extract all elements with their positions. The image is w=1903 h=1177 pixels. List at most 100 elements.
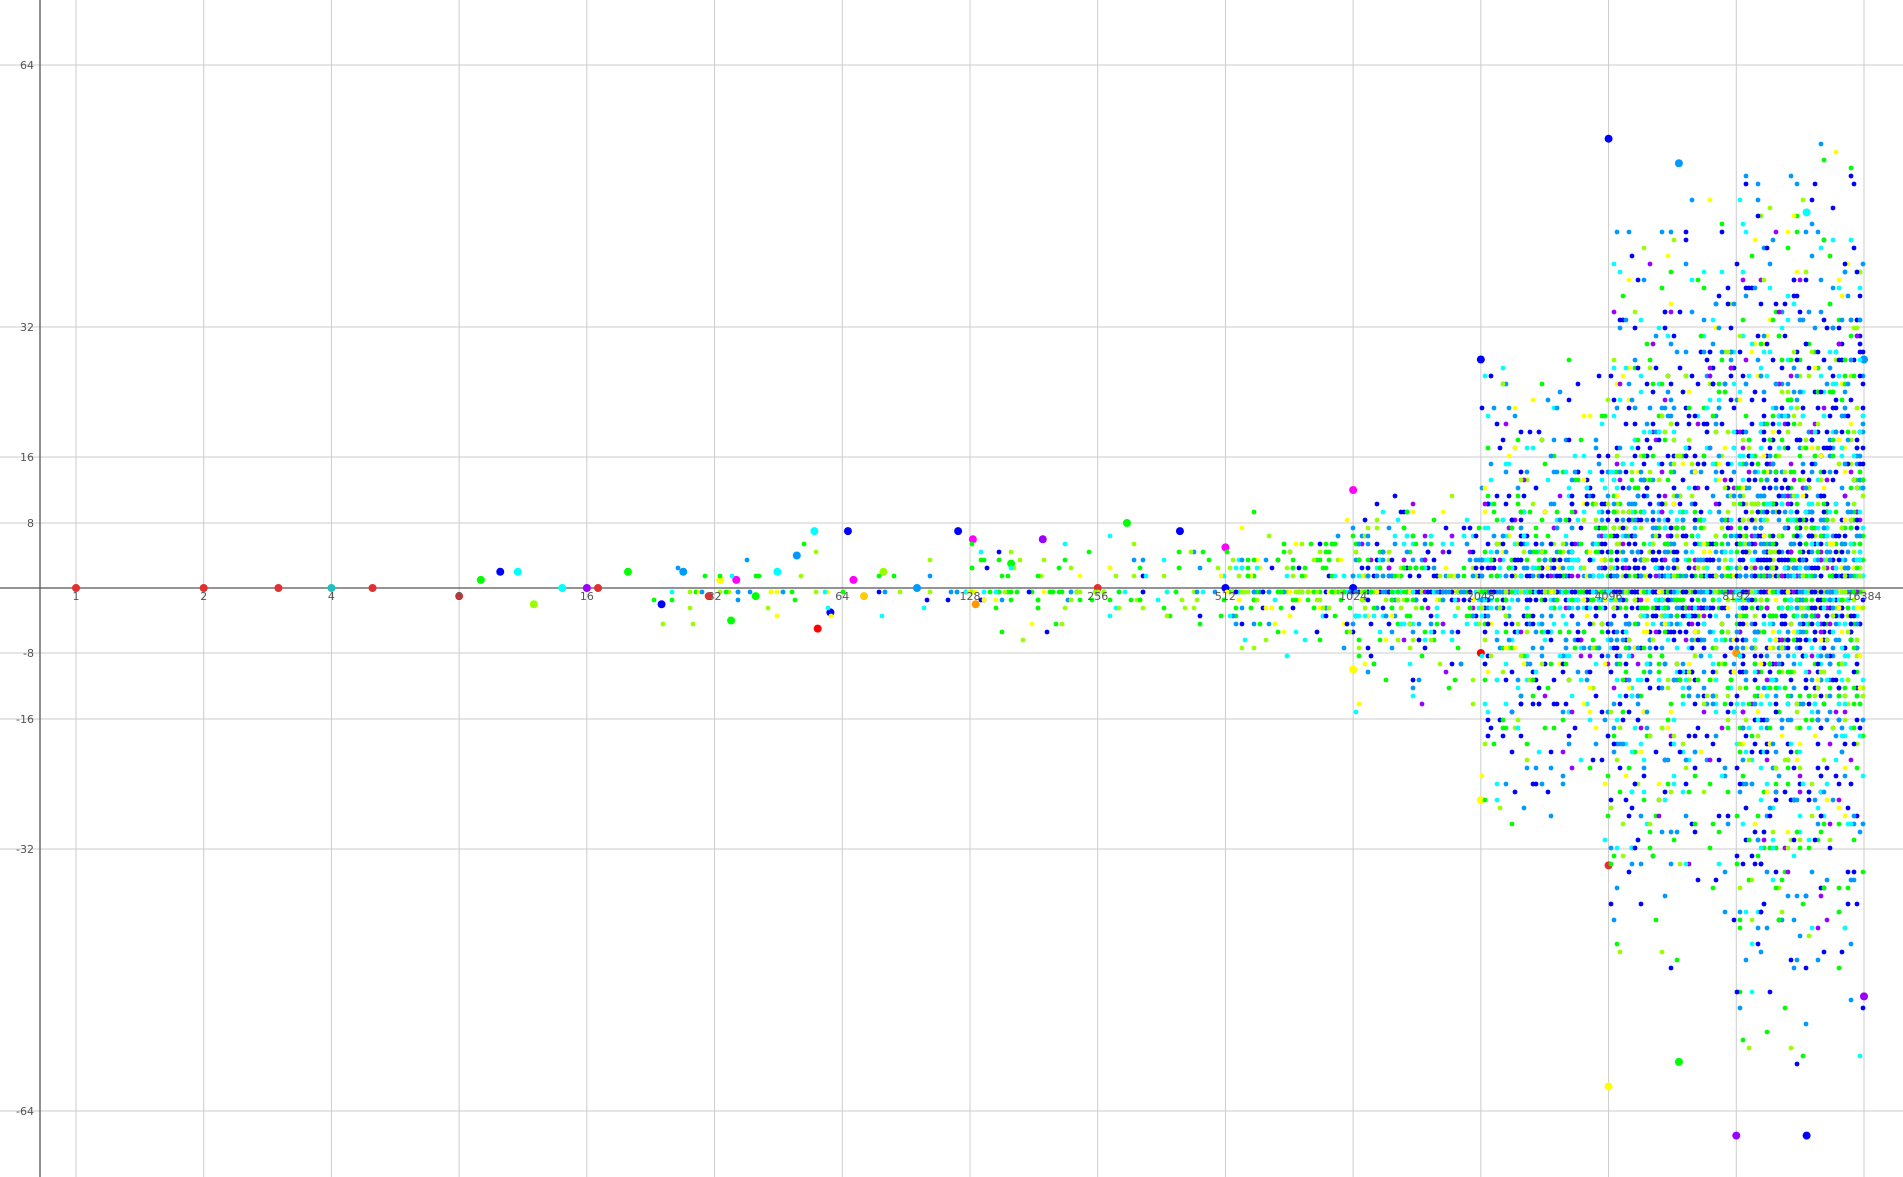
data-point [1422, 637, 1428, 643]
data-point [1569, 573, 1575, 579]
data-point [1482, 637, 1488, 643]
data-point [1719, 637, 1725, 643]
data-point [1551, 565, 1557, 571]
data-point [1689, 493, 1695, 499]
data-point [1791, 765, 1797, 771]
data-point [1632, 325, 1638, 331]
data-point [1626, 637, 1632, 643]
data-point [1782, 613, 1788, 619]
data-point [1635, 549, 1641, 555]
data-point [1533, 533, 1539, 539]
data-point [1803, 525, 1809, 531]
data-point [1290, 605, 1296, 611]
data-point [1419, 605, 1425, 611]
data-point [1284, 573, 1290, 579]
data-point [1854, 693, 1860, 699]
data-point [1860, 773, 1866, 779]
data-point [1422, 557, 1428, 563]
data-point [1668, 533, 1674, 539]
data-point [1821, 669, 1827, 675]
data-point [1374, 525, 1380, 531]
data-point [1800, 477, 1806, 483]
data-point [1683, 781, 1689, 787]
data-point [1590, 645, 1596, 651]
data-point [1401, 541, 1407, 547]
data-point [1620, 461, 1626, 467]
data-point [1569, 477, 1575, 483]
data-point [1629, 253, 1635, 259]
data-point [1662, 325, 1668, 331]
data-point [1713, 709, 1719, 715]
data-point [1782, 301, 1788, 307]
data-point [1725, 813, 1731, 819]
data-point [1407, 645, 1413, 651]
data-point [813, 624, 822, 633]
data-point [1710, 821, 1716, 827]
data-point [1383, 637, 1389, 643]
data-point [1779, 501, 1785, 507]
data-point [1422, 597, 1428, 603]
data-point [1608, 637, 1614, 643]
data-point [1680, 701, 1686, 707]
data-point [1803, 893, 1809, 899]
data-point [1830, 517, 1836, 523]
data-point [368, 584, 377, 592]
data-point [1140, 605, 1146, 611]
data-point [1323, 613, 1329, 619]
data-point [1266, 589, 1272, 595]
data-point [1194, 589, 1200, 595]
data-point [1644, 621, 1650, 627]
data-point [1638, 677, 1644, 683]
data-point [1773, 381, 1779, 387]
data-point [1611, 605, 1617, 611]
data-point [1665, 541, 1671, 547]
data-point [1806, 797, 1812, 803]
data-point [1761, 389, 1767, 395]
data-point [1491, 565, 1497, 571]
data-point [1860, 992, 1868, 1001]
data-point [1650, 509, 1656, 515]
data-point [1803, 341, 1809, 347]
data-point [1593, 525, 1599, 531]
data-point [1587, 685, 1593, 691]
data-point [1551, 677, 1557, 683]
data-point [1479, 573, 1485, 579]
data-point [1554, 509, 1560, 515]
data-point [1743, 381, 1749, 387]
data-point [1767, 725, 1773, 731]
data-point [1746, 373, 1752, 379]
data-point [1539, 653, 1545, 659]
data-point [1623, 797, 1629, 803]
data-point [1455, 645, 1461, 651]
data-point [1671, 573, 1677, 579]
data-point [1809, 541, 1815, 547]
data-point [1770, 837, 1776, 843]
data-point [1596, 373, 1602, 379]
data-point [927, 557, 933, 563]
data-point [1452, 597, 1458, 603]
data-point [1650, 541, 1656, 547]
data-point [1491, 533, 1497, 539]
data-point [1743, 733, 1749, 739]
data-point [1623, 621, 1629, 627]
data-point [1293, 597, 1299, 603]
data-point [1677, 669, 1683, 675]
data-point [1638, 605, 1644, 611]
data-point [810, 527, 819, 536]
data-point [1245, 557, 1251, 563]
data-point [1659, 413, 1665, 419]
data-point [1845, 501, 1851, 507]
data-point [1692, 501, 1698, 507]
data-point [1395, 637, 1401, 643]
data-point [1680, 461, 1686, 467]
data-point [1743, 357, 1749, 363]
data-point [1188, 549, 1194, 555]
data-point [1461, 597, 1467, 603]
data-point [1686, 413, 1692, 419]
data-point [1617, 653, 1623, 659]
data-point [1581, 629, 1587, 635]
data-point [1641, 565, 1647, 571]
data-point [1482, 373, 1488, 379]
data-point [1818, 453, 1824, 459]
data-point [1683, 453, 1689, 459]
